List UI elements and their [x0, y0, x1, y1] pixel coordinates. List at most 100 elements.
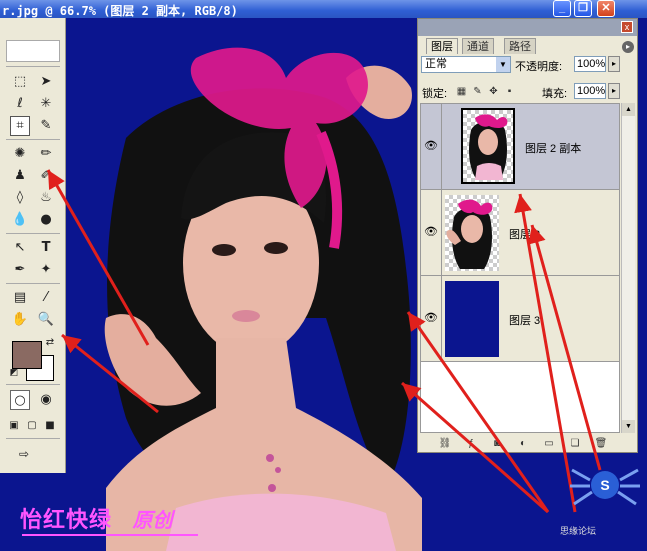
link-layers-icon[interactable]: ⛓ [438, 437, 452, 450]
scroll-down-icon[interactable]: ▼ [622, 420, 635, 433]
layer-visibility-cell[interactable]: 👁 [421, 104, 442, 189]
screen-mode-standard-icon[interactable]: ▣ [4, 416, 24, 436]
eraser-tool-icon[interactable]: ◊ [10, 188, 30, 208]
layer-row[interactable]: 👁 图层 3 [421, 276, 619, 362]
site-logo-icon: S [570, 468, 640, 506]
layer-name[interactable]: 图层 3 [509, 312, 540, 328]
fill-field[interactable]: 100% [574, 83, 606, 99]
standard-mode-icon[interactable]: ○ [10, 390, 30, 410]
toolbox-divider [6, 283, 60, 284]
layer-style-icon[interactable]: ƒ [464, 437, 478, 450]
notes-tool-icon[interactable]: ▤ [10, 288, 30, 308]
layer-thumbnail [445, 281, 499, 357]
tab-paths[interactable]: 路径 [504, 38, 536, 54]
dodge-tool-icon[interactable]: ● [36, 210, 56, 230]
palette-menu-icon[interactable]: ▸ [622, 41, 634, 53]
default-colors-icon[interactable]: ◩ [4, 363, 24, 383]
lock-transparent-icon[interactable]: ▦ [456, 86, 467, 97]
new-adjustment-layer-icon[interactable]: ◐ [516, 437, 530, 450]
toolbox-divider [6, 66, 60, 67]
clone-stamp-tool-icon[interactable]: ♟ [10, 166, 30, 186]
palette-titlebar: x [418, 19, 637, 36]
tab-channels[interactable]: 通道 [462, 38, 494, 54]
lock-image-icon[interactable]: ✎ [472, 86, 483, 97]
new-layer-icon[interactable]: ❏ [568, 437, 582, 450]
screen-mode-menu-icon[interactable]: ▢ [22, 416, 42, 436]
layer-name[interactable]: 图层 2 副本 [525, 140, 581, 156]
opacity-slider-button[interactable]: ▸ [608, 56, 620, 72]
watermark-sub: 原创 [132, 508, 173, 532]
toolbox: ⬚ ➤ ℓ ✳ ⌗ ✎ ✺ ✏ ♟ ✐ ◊ ♨ 💧 ● ↖ T ✒ ✦ ▤ ⁄ … [0, 18, 66, 473]
watermark-main: 怡红快绿 [20, 508, 113, 533]
trash-icon[interactable]: 🗑 [594, 437, 608, 450]
swap-colors-icon[interactable]: ⇄ [40, 333, 60, 353]
fill-slider-button[interactable]: ▸ [608, 83, 620, 99]
palette-close-icon[interactable]: x [621, 21, 633, 33]
site-logo-text: 思缘论坛 [560, 526, 597, 536]
lock-position-icon[interactable]: ✥ [488, 86, 499, 97]
path-select-tool-icon[interactable]: ↖ [10, 238, 30, 258]
fill-label: 填充: [542, 88, 568, 100]
chevron-down-icon: ▼ [496, 57, 510, 72]
lock-label: 锁定: [422, 88, 448, 100]
portrait-photo [66, 18, 422, 551]
tab-layers[interactable]: 图层 [426, 38, 458, 54]
close-button[interactable]: ✕ [597, 0, 615, 17]
layers-palette: x 图层 通道 路径 ▸ 正常 ▼ 不透明度: 100% ▸ 锁定: ▦ ✎ ✥… [417, 18, 638, 453]
palette-tabs: 图层 通道 路径 [418, 38, 637, 55]
toolbox-divider [6, 233, 60, 234]
blur-tool-icon[interactable]: 💧 [10, 210, 30, 230]
title-bar: r.jpg @ 66.7% (图层 2 副本, RGB/8) _ ❐ ✕ [0, 0, 647, 18]
lock-all-icon[interactable]: ▪ [504, 86, 515, 97]
thumbnail-portrait [446, 199, 493, 269]
window-title: r.jpg @ 66.7% (图层 2 副本, RGB/8) [2, 4, 238, 18]
opacity-field[interactable]: 100% [574, 56, 606, 72]
scroll-up-icon[interactable]: ▲ [622, 103, 635, 116]
screen-mode-full-icon[interactable]: ■ [40, 416, 60, 436]
eye-icon[interactable]: 👁 [423, 224, 439, 240]
slice-tool-icon[interactable]: ✎ [36, 116, 56, 136]
toolbox-divider [6, 438, 60, 439]
toolbox-divider [6, 384, 60, 385]
layer-thumbnail [461, 108, 515, 184]
pen-tool-icon[interactable]: ✒ [10, 260, 30, 280]
layer-visibility-cell[interactable]: 👁 [421, 190, 442, 275]
layer-thumbnail [445, 195, 499, 271]
blend-mode-select[interactable]: 正常 ▼ [421, 56, 511, 73]
paint-bucket-tool-icon[interactable]: ♨ [36, 188, 56, 208]
thumbnail-portrait [469, 114, 508, 180]
crop-tool-icon[interactable]: ⌗ [10, 116, 30, 136]
hand-tool-icon[interactable]: ✋ [10, 310, 30, 330]
eyedropper-tool-icon[interactable]: ⁄ [36, 288, 56, 308]
feather-logo-icon [6, 40, 60, 62]
brush-tool-icon[interactable]: ✏ [36, 144, 56, 164]
new-group-icon[interactable]: ▭ [542, 437, 556, 450]
imageready-jump-icon[interactable]: ⇨ [14, 444, 34, 464]
marquee-tool-icon[interactable]: ⬚ [10, 72, 30, 92]
document-canvas[interactable] [66, 18, 422, 551]
layer-visibility-cell[interactable]: 👁 [421, 276, 442, 361]
move-tool-icon[interactable]: ➤ [36, 72, 56, 92]
link-cell[interactable] [441, 104, 449, 189]
layers-list: 👁 图层 2 副本 👁 图层 2 👁 图层 3 [420, 103, 620, 433]
minimize-button[interactable]: _ [553, 0, 571, 17]
layer-row[interactable]: 👁 图层 2 [421, 190, 619, 276]
history-brush-tool-icon[interactable]: ✐ [36, 166, 56, 186]
lasso-tool-icon[interactable]: ℓ [10, 94, 30, 114]
watermark-underline [22, 534, 198, 536]
eye-icon[interactable]: 👁 [423, 138, 439, 154]
layer-name[interactable]: 图层 2 [509, 226, 540, 242]
quickmask-mode-icon[interactable]: ◉ [36, 390, 56, 410]
blend-mode-value: 正常 [425, 58, 447, 70]
healing-brush-tool-icon[interactable]: ✺ [10, 144, 30, 164]
toolbox-divider [6, 139, 60, 140]
zoom-tool-icon[interactable]: 🔍 [36, 310, 56, 330]
type-tool-icon[interactable]: T [36, 238, 56, 258]
add-mask-icon[interactable]: ◙ [490, 437, 504, 450]
restore-button[interactable]: ❐ [574, 0, 592, 17]
layer-row[interactable]: 👁 图层 2 副本 [421, 104, 619, 190]
eye-icon[interactable]: 👁 [423, 310, 439, 326]
shape-tool-icon[interactable]: ✦ [36, 260, 56, 280]
magic-wand-tool-icon[interactable]: ✳ [36, 94, 56, 114]
layers-scrollbar[interactable]: ▲ ▼ [621, 103, 635, 433]
